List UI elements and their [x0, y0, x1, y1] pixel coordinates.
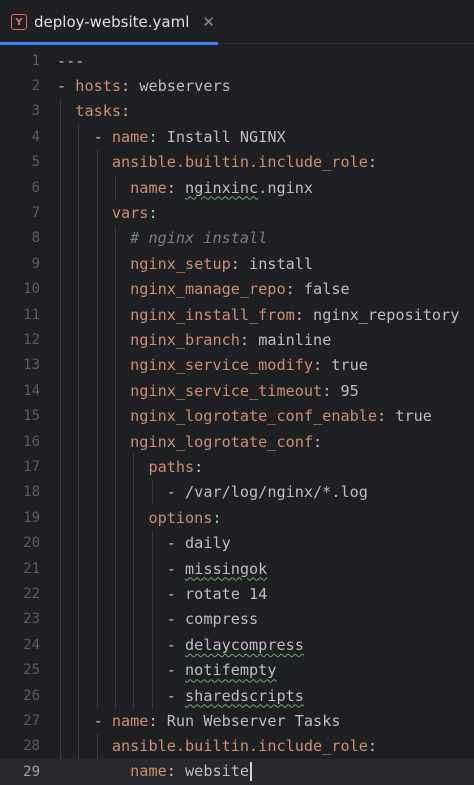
line-number: 25: [23, 662, 40, 679]
code-line[interactable]: 25 - notifempty: [0, 658, 474, 683]
code-text: nginx_logrotate_conf_enable: true: [130, 407, 432, 426]
code-line[interactable]: 1 ---: [0, 48, 474, 73]
code-text: nginx_logrotate_conf:: [130, 432, 323, 451]
code-text: nginx_service_modify: true: [130, 356, 368, 375]
code-line[interactable]: 29 name: website: [0, 759, 474, 785]
code-line[interactable]: 26 - sharedscripts: [0, 683, 474, 708]
code-text: - notifempty: [166, 661, 277, 680]
tab-deploy-website[interactable]: Y deploy-website.yaml ✕: [0, 0, 218, 45]
code-line[interactable]: 27 - name: Run Webserver Tasks: [0, 708, 474, 733]
code-line[interactable]: 13 nginx_service_modify: true: [0, 353, 474, 378]
line-number: 6: [31, 179, 40, 196]
code-line[interactable]: 16 nginx_logrotate_conf:: [0, 429, 474, 454]
line-number: 19: [23, 509, 40, 526]
line-number: 29: [23, 763, 40, 780]
code-line[interactable]: 2 - hosts: webservers: [0, 73, 474, 98]
code-text: - rotate 14: [166, 585, 268, 604]
line-number: 3: [31, 103, 40, 120]
code-text: - compress: [166, 610, 259, 629]
code-text: - hosts: webservers: [57, 77, 231, 96]
code-text: - missingok: [166, 559, 268, 578]
code-line[interactable]: 6 name: nginxinc.nginx: [0, 175, 474, 200]
line-number: 26: [23, 687, 40, 704]
code-line[interactable]: 3 tasks:: [0, 99, 474, 124]
code-line[interactable]: 18 - /var/log/nginx/*.log: [0, 480, 474, 505]
code-text: - name: Install NGINX: [93, 127, 286, 146]
line-number: 4: [31, 128, 40, 145]
code-text: - /var/log/nginx/*.log: [166, 483, 368, 502]
code-text: nginx_service_timeout: 95: [130, 381, 359, 400]
line-number: 14: [23, 382, 40, 399]
code-text: paths:: [148, 458, 204, 477]
code-line[interactable]: 14 nginx_service_timeout: 95: [0, 378, 474, 403]
code-line[interactable]: 20 - daily: [0, 531, 474, 556]
code-text: ansible.builtin.include_role:: [111, 737, 378, 756]
code-line[interactable]: 19 options:: [0, 505, 474, 530]
code-line[interactable]: 22 - rotate 14: [0, 581, 474, 606]
line-number: 1: [31, 52, 40, 69]
line-number: 22: [23, 586, 40, 603]
code-line[interactable]: 23 - compress: [0, 607, 474, 632]
yaml-file-icon: Y: [11, 14, 27, 30]
line-number: 16: [23, 433, 40, 450]
line-number: 13: [23, 357, 40, 374]
code-text: # nginx install: [130, 229, 268, 248]
line-number: 15: [23, 408, 40, 425]
code-line[interactable]: 17 paths:: [0, 454, 474, 479]
editor-tab-bar: Y deploy-website.yaml ✕: [0, 0, 474, 45]
line-number: 7: [31, 205, 40, 222]
line-number: 28: [23, 738, 40, 755]
line-number: 23: [23, 611, 40, 628]
code-line[interactable]: 12 nginx_branch: mainline: [0, 327, 474, 352]
code-line[interactable]: 15 nginx_logrotate_conf_enable: true: [0, 404, 474, 429]
code-text: name: nginxinc.nginx: [130, 178, 314, 197]
code-text: tasks:: [75, 102, 131, 121]
code-text: - delaycompress: [166, 635, 304, 654]
code-line[interactable]: 21 - missingok: [0, 556, 474, 581]
line-number: 12: [23, 332, 40, 349]
line-number: 20: [23, 535, 40, 552]
code-text: ---: [57, 51, 85, 70]
code-line[interactable]: 28 ansible.builtin.include_role:: [0, 734, 474, 759]
code-text: nginx_install_from: nginx_repository: [130, 305, 460, 324]
code-text: nginx_setup: install: [130, 254, 314, 273]
code-text: ansible.builtin.include_role:: [111, 153, 378, 172]
line-number: 21: [23, 560, 40, 577]
code-text: nginx_manage_repo: false: [130, 280, 350, 299]
close-icon[interactable]: ✕: [202, 13, 215, 31]
code-line[interactable]: 5 ansible.builtin.include_role:: [0, 150, 474, 175]
line-number: 24: [23, 636, 40, 653]
text-caret: [250, 762, 253, 782]
line-number: 10: [23, 281, 40, 298]
line-number: 8: [31, 230, 40, 247]
line-number: 5: [31, 154, 40, 171]
code-text: - name: Run Webserver Tasks: [93, 712, 341, 731]
line-number: 18: [23, 484, 40, 501]
code-line[interactable]: 11 nginx_install_from: nginx_repository: [0, 302, 474, 327]
code-text: name: website: [57, 762, 253, 782]
code-text: options:: [148, 508, 222, 527]
code-line[interactable]: 7 vars:: [0, 200, 474, 225]
code-line[interactable]: 9 nginx_setup: install: [0, 251, 474, 276]
code-text: nginx_branch: mainline: [130, 331, 332, 350]
code-line[interactable]: 8 # nginx install: [0, 226, 474, 251]
line-number: 27: [23, 713, 40, 730]
line-number: 9: [31, 255, 40, 272]
line-number: 17: [23, 459, 40, 476]
tab-title: deploy-website.yaml: [34, 13, 190, 31]
code-text: - daily: [166, 534, 231, 553]
code-line[interactable]: 24 - delaycompress: [0, 632, 474, 657]
line-number: 2: [31, 78, 40, 95]
code-line[interactable]: 10 nginx_manage_repo: false: [0, 277, 474, 302]
code-text: vars:: [111, 204, 158, 223]
code-text: - sharedscripts: [166, 686, 304, 705]
code-line[interactable]: 4 - name: Install NGINX: [0, 124, 474, 149]
code-editor[interactable]: 1 --- 2- hosts: webservers 3 tasks: 4 - name…: [0, 44, 474, 785]
line-number: 11: [23, 306, 40, 323]
